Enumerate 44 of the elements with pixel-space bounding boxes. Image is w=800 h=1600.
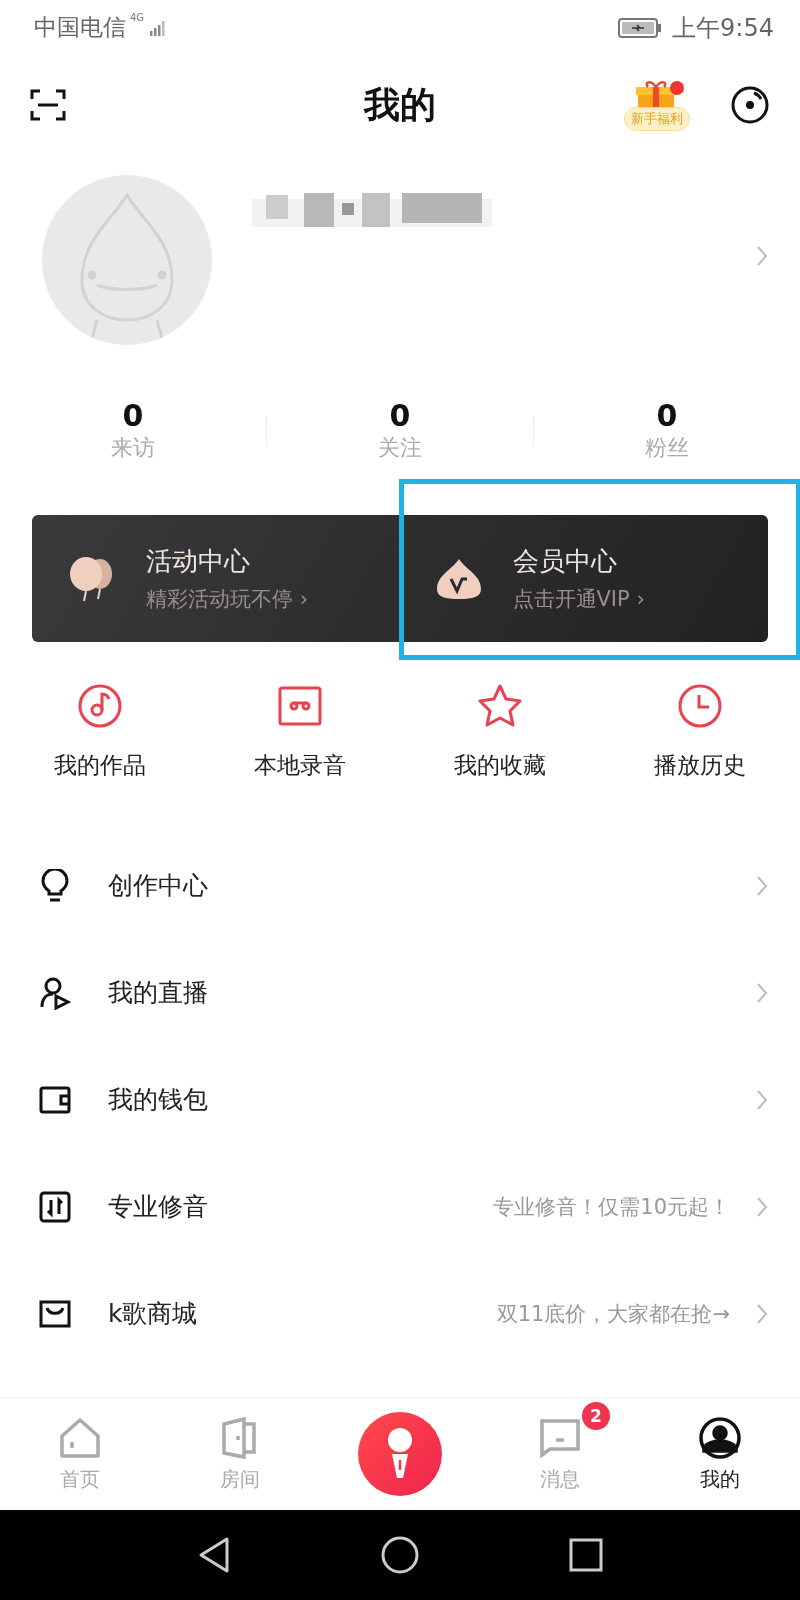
promo-card[interactable]: 会员中心 点击开通VIP › (400, 515, 768, 642)
stat-count[interactable]: 0 (389, 397, 411, 433)
page-title: 我的 (364, 82, 436, 127)
disc-icon[interactable] (730, 85, 770, 125)
chevron-icon (756, 981, 768, 1004)
sliders-icon (38, 1189, 72, 1224)
clock-time: 上午9:54 (672, 12, 774, 44)
menu-item[interactable]: k歌商城 双11底价，大家都在抢→ (0, 1260, 800, 1367)
chevron-icon (756, 1195, 768, 1218)
tab-item[interactable]: 我的 (688, 1415, 752, 1493)
shortcut-button[interactable]: 我的作品 (0, 682, 200, 822)
promo-note: 专业修音！仅需10元起！ (493, 1193, 730, 1221)
scan-icon[interactable] (30, 87, 66, 123)
shortcut-button[interactable]: 播放历史 (600, 682, 800, 822)
shortcut-button[interactable]: 我的收藏 (400, 682, 600, 822)
recent-apps-icon[interactable] (569, 1538, 603, 1572)
battery-icon (618, 16, 663, 39)
stat-count[interactable]: 0 (122, 397, 144, 433)
chevron-icon (756, 1088, 768, 1111)
menu-item[interactable]: 我的直播 (0, 939, 800, 1046)
unread-badge: 2 (580, 1399, 612, 1432)
network-type: 4G (130, 12, 145, 23)
card-subtitle: 精彩活动玩不停 › (146, 586, 309, 613)
user-icon (698, 1415, 742, 1460)
carrier-name: 中国电信 (34, 13, 126, 42)
clock-icon (676, 682, 724, 730)
back-icon[interactable] (197, 1536, 231, 1574)
menu-item[interactable]: 我的钱包 (0, 1046, 800, 1153)
home-icon (58, 1415, 102, 1460)
person-play-icon (38, 975, 72, 1010)
promo-note: 双11底价，大家都在抢→ (496, 1300, 730, 1328)
shortcut-button[interactable]: 本地录音 (200, 682, 400, 822)
home-circle-icon[interactable] (381, 1536, 419, 1574)
menu-item[interactable]: 创作中心 (0, 832, 800, 939)
chevron-icon (756, 1302, 768, 1325)
card-subtitle: 点击开通VIP › (512, 586, 645, 613)
chevron-icon (756, 874, 768, 897)
gift-label: 新手福利 (624, 107, 690, 131)
menu-item[interactable]: 专业修音 专业修音！仅需10元起！ (0, 1153, 800, 1260)
promo-card[interactable]: 活动中心 精彩活动玩不停 › (32, 515, 400, 642)
music-note-icon (76, 682, 124, 730)
stat-count[interactable]: 0 (656, 397, 678, 433)
card-title: 会员中心 (512, 545, 618, 578)
card-title: 活动中心 (146, 545, 251, 578)
